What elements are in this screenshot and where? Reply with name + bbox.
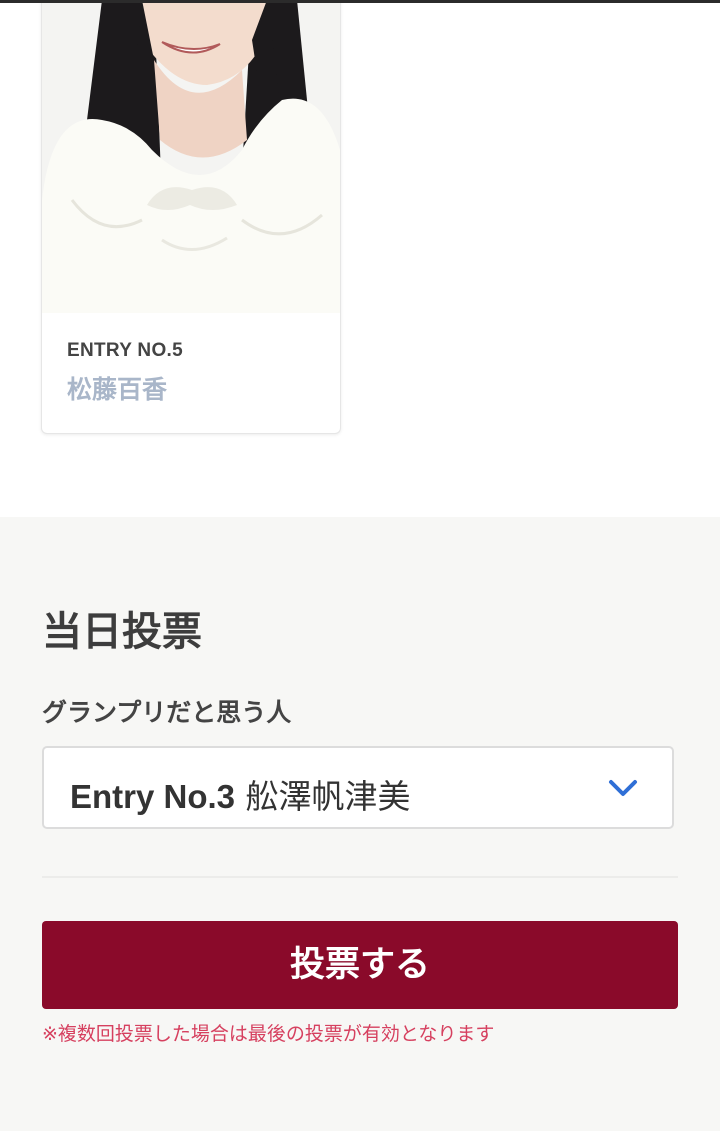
selected-option: Entry No.3 舩澤帆津美 [70, 770, 411, 818]
vote-note: ※複数回投票した場合は最後の投票が有効となります [42, 1023, 495, 1045]
selected-entry-number: Entry No.3 [70, 778, 236, 815]
grandprix-field-label: グランプリだと思う人 [42, 698, 292, 727]
entry-photo [42, 0, 340, 313]
entry-number: ENTRY NO.5 [67, 340, 183, 361]
vote-section: 当日投票 グランプリだと思う人 Entry No.3 舩澤帆津美 投票する ※複… [0, 517, 720, 1131]
section-title: 当日投票 [42, 609, 202, 655]
portrait-image [42, 0, 340, 313]
vote-button[interactable]: 投票する [42, 921, 678, 1009]
divider [42, 876, 678, 878]
entry-card[interactable]: ENTRY NO.5 松藤百香 [41, 0, 341, 434]
selected-entry-name: 舩澤帆津美 [245, 777, 411, 816]
entries-area: ENTRY NO.5 松藤百香 [0, 0, 720, 517]
grandprix-select[interactable]: Entry No.3 舩澤帆津美 [42, 746, 674, 829]
entry-name: 松藤百香 [67, 375, 168, 404]
top-border [0, 0, 720, 3]
chevron-down-icon[interactable] [608, 776, 638, 800]
